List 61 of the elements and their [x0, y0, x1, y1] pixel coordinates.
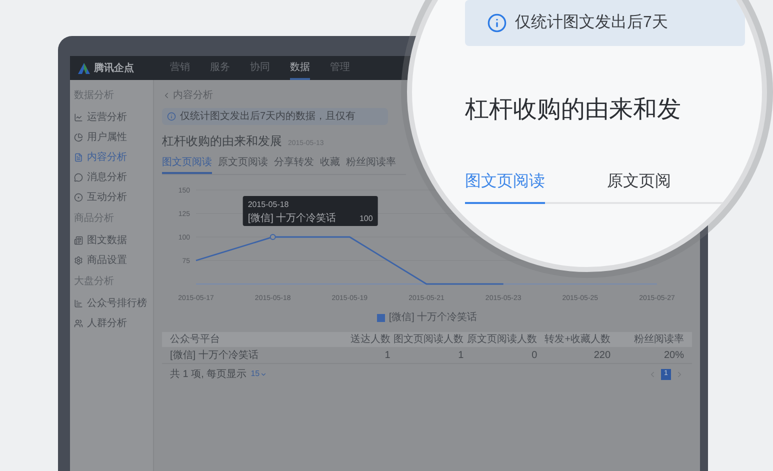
users-icon — [74, 318, 83, 328]
tab[interactable]: 图文页阅读 — [162, 155, 212, 174]
table-cell-text: 1 — [457, 348, 464, 362]
info-icon — [487, 13, 507, 33]
column-header: 原文页阅读人数 — [466, 332, 538, 347]
column-header: 转发+收藏人数 — [544, 332, 611, 347]
nav-tab[interactable]: 协同 — [250, 56, 270, 80]
sidebar-item[interactable]: 互动分析 — [74, 187, 149, 207]
line-chart-icon — [74, 112, 83, 122]
nav-tab[interactable]: 数据 — [290, 56, 310, 80]
legend-label: [微信] 十万个冷笑话 — [388, 310, 478, 325]
tab[interactable]: 分享转发 — [274, 155, 314, 174]
table-cell-text: 1 — [384, 348, 390, 362]
legend-swatch — [376, 314, 385, 322]
table-cell-text: 20% — [662, 348, 684, 362]
nav-tab[interactable]: 营销 — [170, 56, 190, 80]
sidebar-item[interactable]: 人群分析 — [74, 313, 149, 333]
caret-icon — [260, 370, 267, 378]
circle-icon — [74, 192, 83, 202]
tab[interactable]: 收藏 — [320, 155, 340, 174]
alert-text: 仅统计图文发出后7天内的数据，且仅有 — [180, 110, 356, 124]
tooltip-date: 2015-05-18 — [248, 200, 289, 209]
sidebar-item[interactable]: 商品设置 — [74, 250, 149, 270]
table-cell-text: [微信] 十万个冷笑话 — [170, 348, 260, 362]
newspaper-icon — [74, 236, 83, 244]
info-icon — [167, 112, 176, 121]
tab[interactable]: 原文页阅读 — [218, 155, 268, 174]
next-page-icon[interactable] — [675, 370, 684, 378]
nav-tab[interactable]: 服务 — [210, 56, 230, 80]
sidebar-item[interactable]: 内容分析 — [74, 147, 149, 167]
back-chevron-icon[interactable] — [162, 91, 171, 100]
logo-text: 腾讯企点 — [94, 62, 134, 76]
column-header: 公众号平台 — [170, 332, 221, 347]
table-cell-text: 0 — [530, 348, 538, 362]
column-header: 图文页阅读人数 — [392, 332, 464, 347]
table-cell-text: 220 — [592, 348, 611, 362]
alert-text: 仅统计图文发出后7天 — [515, 12, 668, 33]
bar-chart-icon — [74, 298, 83, 308]
logo-icon — [78, 62, 90, 74]
sidebar-item[interactable]: 图文数据 — [74, 230, 149, 250]
pie-chart-icon — [74, 132, 83, 142]
column-header: 粉丝阅读率 — [633, 332, 684, 347]
sidebar-item[interactable]: 用户属性 — [74, 127, 149, 147]
page-size-select[interactable]: 15 — [250, 368, 267, 380]
column-header: 送达人数 — [349, 332, 390, 347]
sidebar-item[interactable]: 运营分析 — [74, 107, 149, 127]
previous-page-icon[interactable] — [648, 370, 657, 378]
tab[interactable]: 原文页阅 — [607, 170, 671, 204]
sidebar-item[interactable]: 公众号排行榜 — [74, 293, 149, 313]
article-title: 杠杆收购的由来和发展 — [162, 133, 282, 150]
nav-tab[interactable]: 管理 — [330, 56, 350, 80]
chat-bubble-icon — [74, 172, 83, 182]
article-title: 杠杆收购的由来和发 — [465, 95, 682, 125]
tooltip-series: [微信] 十万个冷笑话 — [248, 213, 336, 224]
document-icon — [74, 152, 83, 162]
tooltip-value: 100 — [359, 214, 373, 223]
tab[interactable]: 图文页阅读 — [465, 170, 545, 204]
tab[interactable]: 粉丝阅读率 — [346, 155, 396, 174]
pagination-summary: 共 1 项, 每页显示 — [170, 368, 247, 382]
sidebar-item[interactable]: 消息分析 — [74, 167, 149, 187]
settings-icon — [74, 256, 83, 264]
